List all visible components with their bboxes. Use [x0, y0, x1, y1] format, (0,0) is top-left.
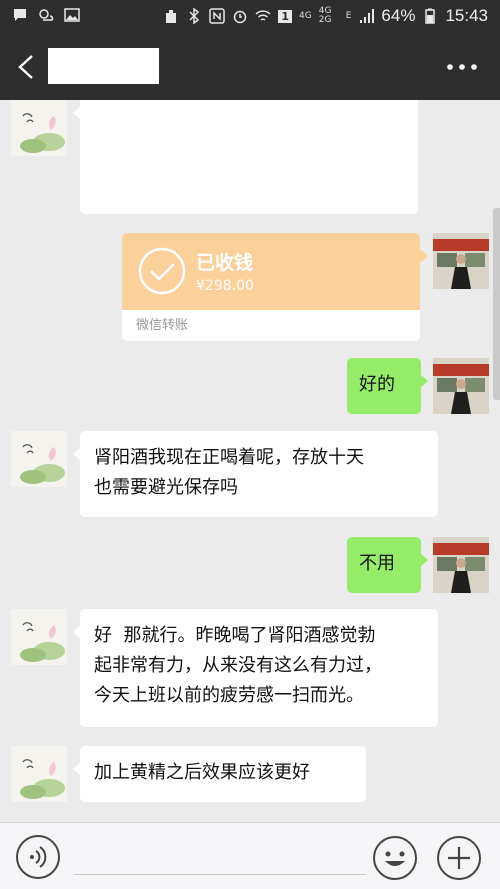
- message-bubble-incoming[interactable]: 好 那就行。昨晚喝了肾阳酒感觉勃 起非常有力，从来没有这么有力过， 今天上班以前…: [73, 609, 438, 727]
- message-line: 今天上班以前的疲劳感一扫而光。: [94, 685, 364, 706]
- my-avatar[interactable]: [433, 358, 489, 414]
- nfc-icon: [209, 8, 226, 24]
- message-text: 不用: [359, 553, 395, 574]
- user-photo-avatar: [433, 233, 489, 289]
- plus-icon: [437, 836, 481, 880]
- chevron-left-icon: [18, 55, 33, 79]
- transfer-status: 已收钱: [196, 252, 254, 274]
- chat-message-list[interactable]: 已收钱 ¥298.00 微信转账 好的 肾阳酒我现在正喝着呢，存放十天 也需要避…: [0, 100, 500, 822]
- message-line: 好 那就行。昨晚喝了肾阳酒感觉勃: [94, 625, 376, 646]
- message-text: 加上黄精之后效果应该更好: [94, 762, 310, 783]
- message-line: 肾阳酒我现在正喝着呢，存放十天: [94, 447, 364, 468]
- battery-icon: [425, 8, 436, 24]
- lock-battery-icon: [166, 10, 177, 23]
- contact-avatar[interactable]: [11, 431, 67, 487]
- weather-icon: [39, 9, 54, 21]
- transfer-card-top: 已收钱 ¥298.00: [122, 233, 420, 310]
- network-4g2g-label: 4G 2G: [318, 6, 332, 25]
- my-avatar[interactable]: [433, 537, 489, 593]
- transfer-footer: 微信转账: [122, 310, 420, 341]
- message-line: 起非常有力，从来没有这么有力过，: [94, 655, 382, 676]
- bluetooth-icon: [189, 8, 200, 24]
- user-photo-avatar: [433, 358, 489, 414]
- message-bubble-incoming[interactable]: 肾阳酒我现在正喝着呢，存放十天 也需要避光保存吗: [73, 431, 438, 517]
- network-4g-label: 4G: [299, 10, 312, 21]
- message-bubble-outgoing[interactable]: 好的: [347, 358, 428, 414]
- more-dots-icon: [447, 64, 477, 70]
- more-options-button[interactable]: [444, 54, 480, 80]
- contact-name-redacted: [48, 48, 159, 84]
- message-bubble-outgoing[interactable]: 不用: [347, 537, 428, 593]
- clock-time: 15:43: [445, 6, 488, 25]
- message-line: 也需要避光保存吗: [94, 477, 238, 498]
- contact-avatar[interactable]: [11, 609, 67, 665]
- scroll-indicator[interactable]: [493, 208, 500, 400]
- back-button[interactable]: [10, 50, 44, 84]
- chat-input-bar: [0, 822, 500, 889]
- sim-slot-badge: 1: [278, 9, 293, 23]
- signal-icon: [360, 9, 375, 23]
- voice-input-button[interactable]: [16, 835, 60, 879]
- transfer-bubble-tail: [420, 249, 428, 263]
- my-avatar[interactable]: [433, 233, 489, 289]
- wechat-transfer-card[interactable]: 已收钱 ¥298.00 微信转账: [122, 233, 420, 341]
- emoji-icon: [373, 836, 417, 880]
- battery-percent: 64%: [381, 6, 416, 25]
- contact-avatar[interactable]: [11, 746, 67, 802]
- lotus-avatar-image: [11, 609, 67, 665]
- status-right-icons: 1 4G 4G 2G E 64% 15:43: [163, 6, 488, 26]
- more-functions-button[interactable]: [436, 835, 482, 881]
- chat-header: [0, 34, 500, 100]
- emoji-button[interactable]: [372, 835, 418, 881]
- voice-icon: [30, 846, 47, 868]
- contact-avatar[interactable]: [11, 100, 67, 156]
- message-text: 好的: [359, 374, 395, 395]
- network-e-label: E: [345, 10, 352, 21]
- lotus-avatar-image: [11, 100, 67, 156]
- image-icon: [64, 8, 80, 22]
- user-photo-avatar: [433, 537, 489, 593]
- status-bar: 1 4G 4G 2G E 64% 15:43: [0, 0, 500, 34]
- alarm-icon: [234, 10, 247, 24]
- wifi-icon: [255, 10, 271, 21]
- message-icon: [14, 9, 26, 21]
- transfer-amount: ¥298.00: [196, 278, 254, 294]
- lotus-avatar-image: [11, 431, 67, 487]
- message-bubble-blank[interactable]: [73, 100, 418, 214]
- status-left-icons: [12, 7, 80, 23]
- message-input[interactable]: [74, 837, 366, 875]
- lotus-avatar-image: [11, 746, 67, 802]
- message-bubble-incoming[interactable]: 加上黄精之后效果应该更好: [73, 746, 366, 802]
- check-circle-icon: [138, 247, 186, 295]
